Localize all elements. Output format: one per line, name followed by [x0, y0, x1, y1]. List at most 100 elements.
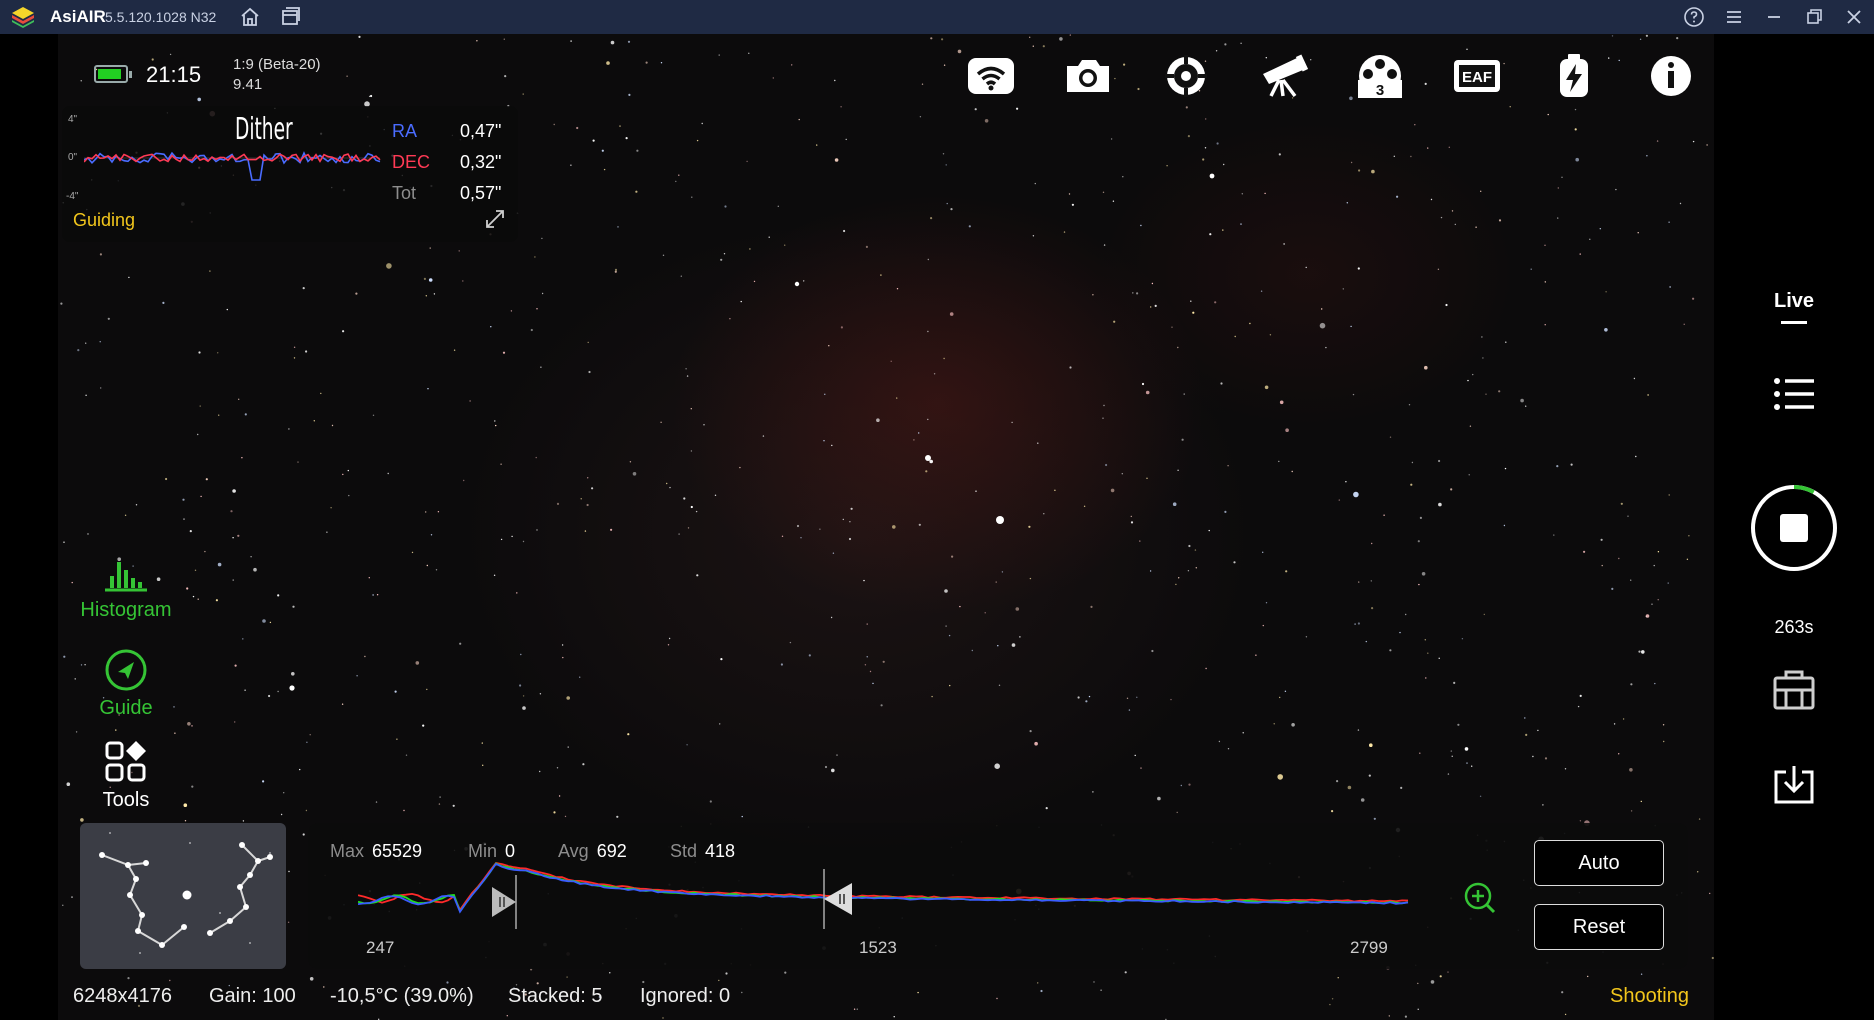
star [539, 693, 542, 695]
star [1404, 1015, 1407, 1018]
star [666, 482, 668, 485]
reset-stretch-button[interactable]: Reset [1534, 904, 1664, 950]
eaf-icon[interactable]: EAF [1451, 52, 1503, 100]
toolbox-icon[interactable] [1714, 668, 1874, 715]
star [71, 896, 73, 898]
star [632, 472, 637, 476]
stop-icon [1751, 485, 1837, 571]
histogram-avg: Avg 692 [558, 841, 627, 862]
star [1045, 807, 1048, 810]
guide-tool-button[interactable]: Guide [66, 648, 186, 720]
histogram-tool-button[interactable]: Histogram [66, 556, 186, 622]
star [541, 237, 543, 240]
tools-button[interactable]: Tools [66, 740, 186, 812]
star [1368, 774, 1371, 777]
star [690, 505, 693, 509]
star [845, 138, 847, 141]
star [864, 664, 867, 666]
star [1438, 657, 1440, 659]
star [368, 95, 371, 98]
home-icon[interactable] [238, 5, 262, 29]
star [1069, 34, 1071, 36]
star-map-thumbnail[interactable] [80, 823, 286, 969]
menu-icon[interactable] [1722, 5, 1746, 29]
black-point-slider-handle[interactable] [490, 875, 522, 934]
star [1124, 971, 1127, 974]
star [662, 254, 665, 256]
star [1136, 292, 1139, 295]
star [1509, 106, 1511, 108]
power-icon[interactable] [1548, 52, 1600, 100]
star [1224, 510, 1227, 513]
star [197, 97, 201, 102]
star [1663, 740, 1665, 743]
stop-capture-button[interactable] [1714, 482, 1874, 579]
star [1278, 460, 1280, 463]
star [1657, 599, 1659, 601]
download-icon[interactable] [1714, 762, 1874, 811]
star [1424, 365, 1428, 370]
star [423, 277, 426, 280]
eaf-label: EAF [1462, 69, 1492, 86]
star [683, 497, 686, 500]
star [355, 292, 358, 295]
close-icon[interactable] [1842, 5, 1866, 29]
star [872, 682, 874, 685]
star [75, 731, 78, 733]
wifi-icon[interactable] [966, 52, 1018, 100]
histogram-panel: Max 65529 Min 0 Avg 692 Std 418 247 1523 279… [308, 823, 1688, 969]
star [232, 537, 234, 539]
star [893, 1016, 895, 1018]
star [1016, 107, 1019, 110]
battery-level [98, 69, 121, 79]
star [1425, 677, 1427, 679]
star [720, 658, 723, 661]
help-icon[interactable] [1682, 5, 1706, 29]
star [500, 538, 503, 541]
info-icon[interactable] [1645, 52, 1697, 100]
star [1553, 534, 1555, 536]
star [1396, 195, 1399, 198]
star [1029, 730, 1032, 733]
guiding-panel[interactable]: 4" 0" -4" Dither RA 0,47" DEC 0,32" Tot … [62, 106, 518, 242]
restore-icon[interactable] [1802, 5, 1826, 29]
expand-icon[interactable] [484, 208, 506, 235]
camera-icon[interactable] [1063, 52, 1115, 100]
star [800, 537, 802, 539]
star [1454, 223, 1457, 226]
white-point-slider-handle[interactable] [820, 869, 854, 934]
list-menu-icon[interactable] [1714, 376, 1874, 417]
star [1126, 697, 1129, 699]
star [1325, 346, 1327, 349]
live-mode-tab[interactable]: Live [1714, 290, 1874, 324]
star [1040, 989, 1043, 993]
star [1336, 780, 1339, 783]
star [80, 80, 82, 82]
star [1469, 425, 1472, 427]
tools-label: Tools [102, 789, 150, 811]
star [1054, 489, 1056, 491]
star [1043, 513, 1045, 515]
star [1620, 502, 1623, 505]
star [169, 979, 171, 982]
histogram-std-label: Std [670, 841, 698, 861]
star [1063, 231, 1066, 233]
zoom-in-icon[interactable] [1462, 880, 1498, 921]
star [299, 768, 301, 771]
focuser-target-icon[interactable] [1160, 52, 1212, 100]
bluestacks-logo-icon [10, 5, 36, 34]
minimize-icon[interactable] [1762, 5, 1786, 29]
filter-wheel-icon[interactable]: 3 [1354, 52, 1406, 100]
star [627, 40, 631, 43]
telescope-icon[interactable] [1257, 52, 1309, 100]
star [1698, 818, 1701, 820]
auto-stretch-button[interactable]: Auto [1534, 840, 1664, 886]
multi-window-icon[interactable] [278, 5, 302, 29]
star [1145, 390, 1150, 395]
star [1028, 525, 1031, 528]
star [1447, 773, 1450, 775]
star [1319, 322, 1326, 329]
star [234, 664, 237, 667]
star [200, 495, 202, 498]
star [1450, 488, 1453, 491]
